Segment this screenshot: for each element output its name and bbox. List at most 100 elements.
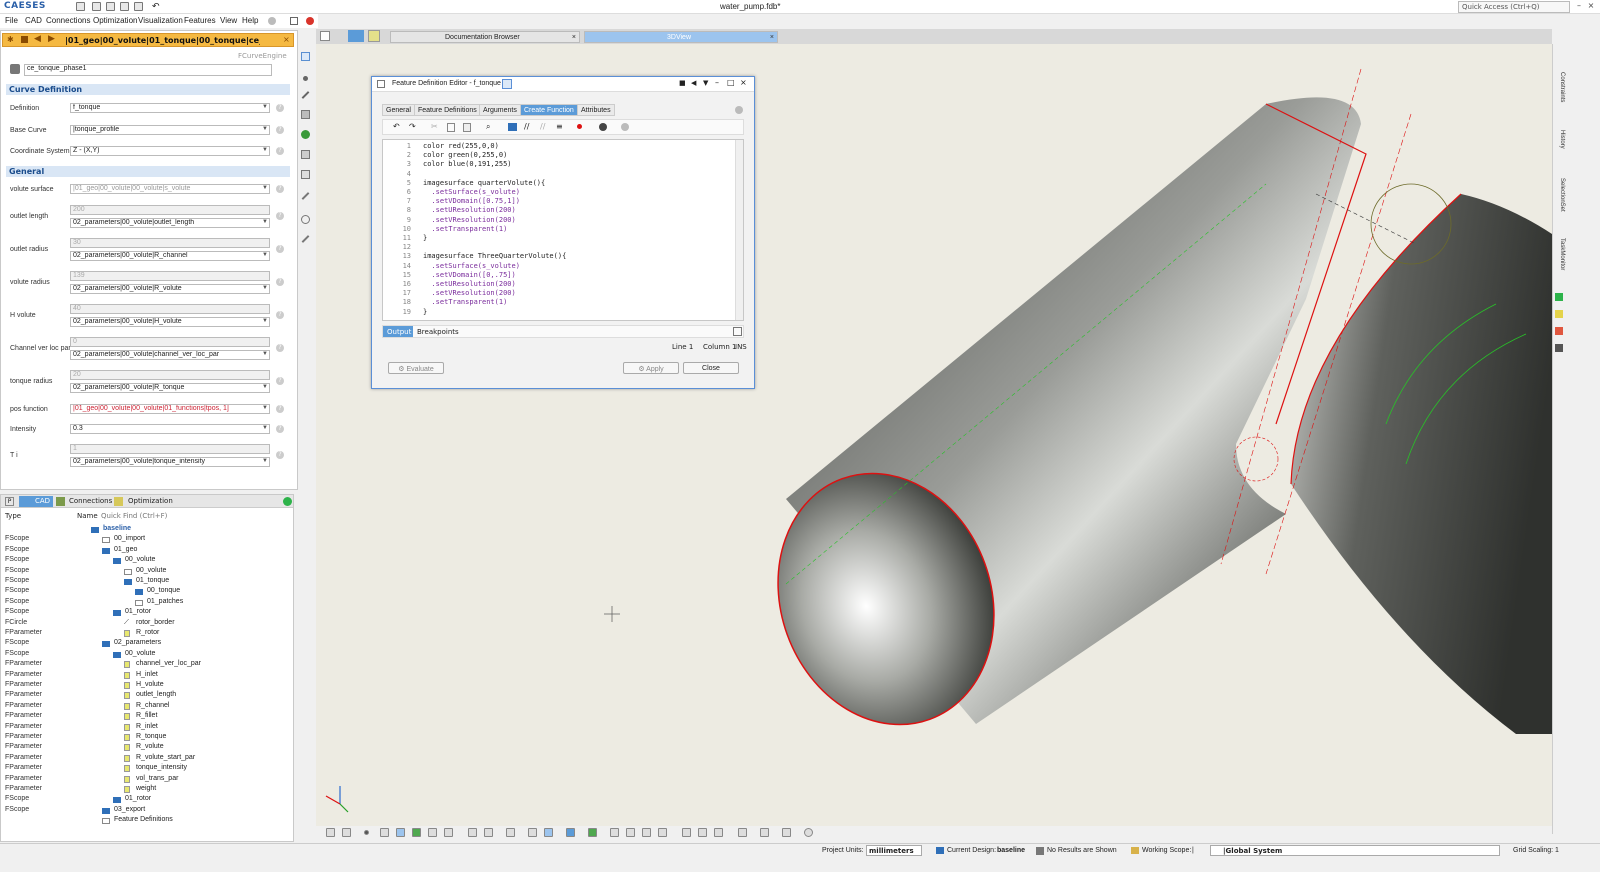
breadcrumb-path[interactable]: |01_geo|00_volute|01_tonque|00_tonque|ce… (65, 36, 260, 45)
close-tab-icon[interactable]: × (770, 34, 774, 41)
maximize-icon[interactable]: □ (727, 78, 735, 87)
h-volute-expr[interactable]: 02_parameters|00_volute|H_volute ▼ (70, 317, 270, 327)
rotate-y-icon[interactable] (698, 828, 707, 837)
point-icon[interactable] (303, 76, 308, 81)
base-curve-select[interactable]: |tonque_profile ▼ (70, 125, 270, 135)
tree-row[interactable]: FScope 00_volute (3, 567, 293, 577)
surface-icon[interactable] (301, 110, 310, 119)
redo-icon[interactable]: ↷ (409, 122, 416, 131)
code-scrollbar[interactable] (735, 140, 743, 320)
stop-icon[interactable]: ■ (679, 79, 686, 87)
image-icon[interactable] (301, 150, 310, 159)
tree-row[interactable]: FParameter R_channel (3, 702, 293, 712)
help-icon[interactable] (268, 17, 276, 25)
menu-features[interactable]: Features (184, 16, 216, 25)
cube-icon[interactable] (610, 828, 619, 837)
menu-cad[interactable]: CAD (25, 16, 42, 25)
tree-row[interactable]: FParameter R_fillet (3, 712, 293, 722)
help-icon[interactable]: ? (276, 377, 284, 385)
record-icon[interactable] (106, 2, 115, 11)
definition-select[interactable]: f_tonque ▼ (70, 103, 270, 113)
help-icon[interactable]: ? (276, 344, 284, 352)
code-editor[interactable]: 1 color red(255,0,0) 2 color green(0,255,0)… (382, 139, 744, 321)
tab-history[interactable]: History (1553, 130, 1565, 160)
coordinate-system-select[interactable]: Z - (X,Y) ▼ (70, 146, 270, 156)
close-tab-icon[interactable]: × (572, 34, 576, 41)
uncomment-icon[interactable]: // (540, 122, 545, 131)
swap-icon[interactable] (738, 828, 747, 837)
menu-connections[interactable]: Connections (46, 16, 90, 25)
back-icon[interactable]: ◀ (34, 34, 41, 44)
back-icon[interactable]: ◀ (691, 79, 696, 87)
stop-icon[interactable] (306, 17, 314, 25)
tree-row[interactable]: FParameter outlet_length (3, 691, 293, 701)
view-icon[interactable] (326, 828, 335, 837)
tab-selectionset[interactable]: SelectionSet (1553, 178, 1565, 218)
menu-optimization[interactable]: Optimization (93, 16, 137, 25)
tree-row[interactable]: FScope 01_patches (3, 598, 293, 608)
tab-output[interactable]: Output (383, 326, 413, 337)
script-icon[interactable] (368, 30, 380, 42)
tree-row[interactable]: FScope 01_geo (3, 546, 293, 556)
tree-row[interactable]: FParameter H_inlet (3, 671, 293, 681)
help-icon[interactable]: ? (276, 126, 284, 134)
help-icon[interactable]: ? (276, 451, 284, 459)
tab-general[interactable]: General (382, 104, 415, 116)
tree-row[interactable]: FScope 02_parameters (3, 639, 293, 649)
coordinate-system-select[interactable]: |Global System (1210, 845, 1500, 856)
surface-icon[interactable] (396, 828, 405, 837)
tree-row[interactable]: FParameter vol_trans_par (3, 775, 293, 785)
breakpoint-icon[interactable] (577, 124, 582, 129)
solid-icon[interactable] (412, 828, 421, 837)
rotate-z-icon[interactable] (714, 828, 723, 837)
menu-visualization[interactable]: Visualization (138, 16, 183, 25)
save-icon[interactable] (120, 2, 129, 11)
help-icon[interactable]: ? (276, 212, 284, 220)
close-icon[interactable]: × (740, 78, 747, 87)
tab-create-function[interactable]: Create Function (520, 104, 578, 116)
folder-view-icon[interactable] (348, 30, 364, 42)
tree-row[interactable]: FScope 00_import (3, 535, 293, 545)
menu-view[interactable]: View (220, 16, 237, 25)
table-icon[interactable] (782, 828, 791, 837)
down-icon[interactable]: ▼ (703, 79, 708, 87)
measure-icon[interactable] (444, 828, 453, 837)
tree-row[interactable]: FScope 03_export (3, 806, 293, 816)
tab-breakpoints[interactable]: Breakpoints (417, 328, 459, 336)
paste-icon[interactable] (463, 123, 471, 132)
open-icon[interactable] (92, 2, 101, 11)
help-icon[interactable]: ? (276, 311, 284, 319)
fit-icon[interactable] (342, 828, 351, 837)
volume-icon[interactable] (301, 130, 310, 139)
channel-ver-loc-par-expr[interactable]: 02_parameters|00_volute|channel_ver_loc_… (70, 350, 270, 360)
new-icon[interactable] (76, 2, 85, 11)
close-icon[interactable]: × (283, 35, 290, 44)
tab-cad[interactable]: CAD (19, 496, 53, 507)
panel-icon[interactable] (733, 327, 742, 336)
tab-optimization[interactable]: Optimization (128, 497, 173, 505)
cut-icon[interactable]: ✂ (431, 122, 438, 131)
forward-icon[interactable]: ▶ (48, 34, 55, 44)
tree-row[interactable]: Feature Definitions (3, 816, 293, 826)
tree-row[interactable]: FParameter R_volute (3, 743, 293, 753)
point-icon[interactable] (364, 830, 369, 835)
evaluate-button[interactable]: ⚙ Evaluate (388, 362, 444, 374)
camera-icon[interactable] (760, 828, 769, 837)
tree-row[interactable]: FParameter channel_ver_loc_par (3, 660, 293, 670)
intensity-field[interactable]: 0.3 ▼ (70, 424, 270, 434)
info-icon[interactable] (621, 123, 629, 131)
measure-icon[interactable] (301, 192, 310, 200)
axis-x-icon[interactable] (626, 828, 635, 837)
outlet-radius-expr[interactable]: 02_parameters|00_volute|R_channel ▼ (70, 251, 270, 261)
apply-button[interactable]: ⚙ Apply (623, 362, 679, 374)
tree-row[interactable]: FScope 00_volute (3, 650, 293, 660)
quick-find-input[interactable]: Quick Find (Ctrl+F) (101, 512, 167, 520)
green-status-icon[interactable] (1555, 293, 1563, 301)
undo-icon[interactable]: ↶ (393, 122, 400, 131)
tab-arguments[interactable]: Arguments (479, 104, 521, 116)
tree-row[interactable]: FParameter tonque_intensity (3, 764, 293, 774)
tab-attributes[interactable]: Attributes (577, 104, 615, 116)
help-icon[interactable]: ? (276, 104, 284, 112)
t-i-expr[interactable]: 02_parameters|00_volute|tonque_intensity… (70, 457, 270, 467)
tree-row[interactable]: FParameter R_inlet (3, 723, 293, 733)
